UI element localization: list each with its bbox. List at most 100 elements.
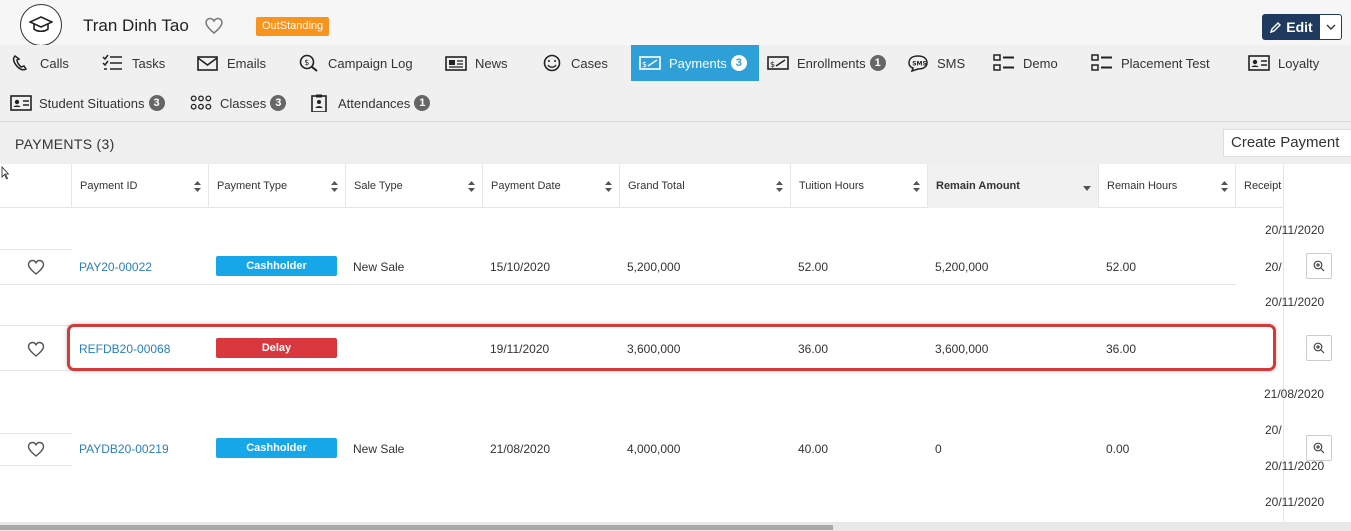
tab-label: Payments (669, 55, 727, 71)
tab-label: Student Situations (39, 95, 145, 111)
tab-placement-test[interactable]: Placement Test (1091, 45, 1210, 81)
receipt-date: 20/11/2020 (1265, 223, 1325, 237)
tab-label: News (475, 55, 508, 71)
sort-icon (1221, 181, 1228, 192)
sort-icon (776, 181, 783, 192)
heart-icon[interactable] (27, 441, 45, 457)
zoom-in-icon (1313, 342, 1325, 354)
zoom-in-icon (1313, 442, 1325, 454)
receipt-date: 20/ (1265, 423, 1282, 437)
column-sale-type[interactable]: Sale Type (345, 164, 483, 208)
remain-hours: 0.00 (1106, 442, 1130, 456)
zoom-in-icon (1313, 260, 1325, 272)
svg-text:$: $ (770, 60, 775, 69)
tab-calls[interactable]: Calls (10, 45, 69, 81)
tuition-hours: 52.00 (798, 260, 829, 274)
status-badge: OutStanding (256, 17, 330, 36)
receipt-date: 20/11/2020 (1265, 495, 1325, 509)
column-remain-hours[interactable]: Remain Hours (1098, 164, 1236, 208)
tuition-hours: 40.00 (798, 442, 829, 456)
svg-text:$: $ (642, 60, 647, 69)
phone-icon (12, 55, 28, 71)
column-payment-id[interactable]: Payment ID (71, 164, 209, 208)
view-button[interactable] (1306, 435, 1332, 461)
tab-payments[interactable]: $ Payments 3 (631, 45, 759, 81)
svg-text:$: $ (304, 58, 309, 67)
sale-type: New Sale (353, 442, 405, 456)
tab-label: Cases (571, 55, 608, 71)
column-label: Grand Total (628, 180, 685, 192)
count-badge: 3 (270, 95, 287, 111)
bill-icon: $ (639, 56, 661, 70)
sort-icon (913, 181, 920, 192)
payment-date: 21/08/2020 (490, 442, 551, 456)
tab-demo[interactable]: Demo (993, 45, 1058, 81)
envelope-icon (197, 56, 218, 71)
edit-button[interactable]: Edit (1262, 14, 1320, 40)
view-button[interactable] (1306, 335, 1332, 361)
mouse-cursor-icon (1, 166, 9, 180)
tab-label: Campaign Log (328, 55, 413, 71)
section-title: PAYMENTS (3) (15, 136, 115, 152)
scrollbar-thumb[interactable] (0, 525, 833, 530)
sort-icon (331, 181, 338, 192)
tab-label: Attendances (338, 95, 411, 111)
tab-label: Emails (227, 55, 267, 71)
edit-dropdown-button[interactable] (1320, 14, 1342, 40)
tab-label: Placement Test (1121, 55, 1210, 71)
column-label: Payment Date (491, 180, 561, 192)
tab-label: Tasks (132, 55, 166, 71)
table-header: Payment ID Payment Type Sale Type Paymen… (0, 164, 1351, 208)
count-badge: 3 (148, 95, 165, 111)
row-divider (0, 284, 1244, 285)
id-card-icon (1248, 55, 1270, 71)
tab-loyalty[interactable]: Loyalty (1248, 45, 1319, 81)
tab-student-situations[interactable]: Student Situations 3 (10, 85, 165, 121)
count-badge: 1 (414, 95, 431, 111)
tab-cases[interactable]: Cases (541, 45, 608, 81)
tab-sms[interactable]: SMS SMS (907, 45, 965, 81)
heart-icon[interactable] (204, 16, 224, 36)
column-label: Remain Amount (936, 180, 1020, 192)
clipboard-icon (311, 94, 327, 112)
column-grand-total[interactable]: Grand Total (619, 164, 791, 208)
column-tuition-hours[interactable]: Tuition Hours (790, 164, 928, 208)
tab-label: Classes (220, 95, 267, 111)
column-payment-date[interactable]: Payment Date (482, 164, 620, 208)
tab-enrollments[interactable]: $ Enrollments 1 (767, 45, 886, 81)
tab-tasks[interactable]: Tasks (102, 45, 165, 81)
graduation-cap-icon (29, 16, 53, 33)
count-badge: 1 (869, 55, 886, 71)
bill-icon: $ (767, 56, 789, 70)
remain-amount: 5,200,000 (935, 260, 989, 274)
tab-news[interactable]: News (445, 45, 508, 81)
row-divider (0, 249, 72, 250)
sms-icon: SMS (908, 55, 928, 72)
tab-attendances[interactable]: Attendances 1 (308, 85, 431, 121)
heart-icon[interactable] (27, 259, 45, 275)
row-highlight-box (67, 324, 1276, 371)
payment-type-badge: Cashholder (216, 438, 337, 458)
create-payment-button[interactable]: Create Payment (1223, 129, 1351, 157)
column-remain-amount[interactable]: Remain Amount (927, 164, 1099, 208)
column-label: Payment Type (217, 180, 288, 192)
row-divider (0, 465, 72, 466)
tab-emails[interactable]: Emails (197, 45, 266, 81)
svg-text:SMS: SMS (912, 61, 927, 68)
list-icon (1091, 54, 1112, 71)
id-card-icon (10, 95, 32, 111)
payment-date: 15/10/2020 (490, 260, 551, 274)
tab-campaign-log[interactable]: $ Campaign Log (298, 45, 413, 81)
view-button[interactable] (1306, 253, 1332, 279)
tab-classes[interactable]: Classes 3 (190, 85, 287, 121)
sort-desc-icon (1083, 186, 1091, 191)
column-payment-type[interactable]: Payment Type (208, 164, 346, 208)
payment-type-badge: Cashholder (216, 256, 337, 276)
payments-section-header: PAYMENTS (3) (0, 122, 1351, 164)
grand-total: 4,000,000 (627, 442, 681, 456)
payment-id-link[interactable]: PAY20-00022 (79, 260, 152, 274)
contact-name: Tran Dinh Tao (83, 16, 189, 35)
tab-label: Loyalty (1278, 55, 1320, 71)
payment-id-link[interactable]: PAYDB20-00219 (79, 442, 169, 456)
heart-icon[interactable] (27, 341, 45, 357)
